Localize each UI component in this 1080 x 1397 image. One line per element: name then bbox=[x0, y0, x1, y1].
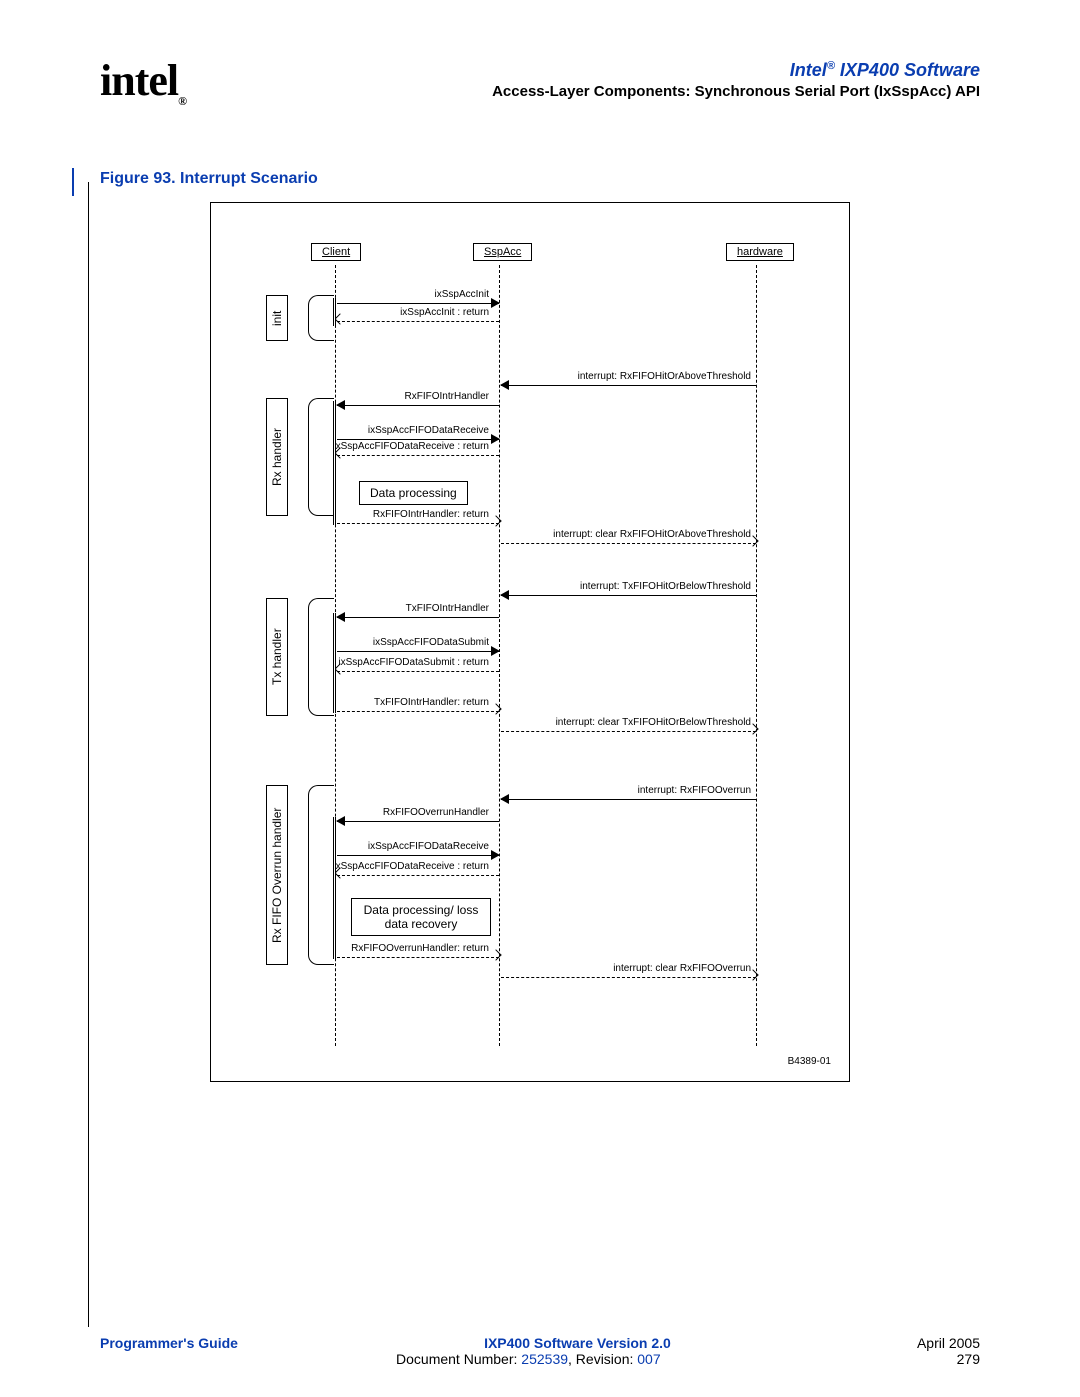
cbar-ov bbox=[333, 817, 336, 959]
product-title: Intel® IXP400 Software bbox=[100, 60, 980, 81]
lbl: RxFIFOIntrHandler: return bbox=[373, 509, 489, 520]
line-hardware bbox=[756, 265, 757, 1046]
prod-prefix: Intel bbox=[790, 60, 827, 80]
note-dp: Data processing bbox=[359, 481, 468, 505]
lbl: RxFIFOOverrunHandler bbox=[383, 807, 489, 818]
intel-logo: intel® bbox=[100, 55, 186, 109]
lbl: ixSspAccFIFODataReceive : return bbox=[333, 861, 489, 872]
lbl: RxFIFOOverrunHandler: return bbox=[351, 943, 489, 954]
lbl: ixSspAccInit bbox=[435, 289, 489, 300]
header: Intel® IXP400 Software Access-Layer Comp… bbox=[100, 60, 980, 100]
hook-rxov bbox=[308, 785, 334, 965]
footer: Programmer's Guide IXP400 Software Versi… bbox=[100, 1335, 980, 1367]
cbar-rx bbox=[333, 401, 336, 525]
lbl: ixSspAccFIFODataSubmit bbox=[373, 637, 489, 648]
lbl: TxFIFOIntrHandler: return bbox=[374, 697, 489, 708]
lifeline-sspacc: SspAcc bbox=[473, 243, 532, 261]
hook-tx bbox=[308, 598, 334, 716]
prod-suffix: IXP400 Software bbox=[835, 60, 980, 80]
figure-id: B4389-01 bbox=[788, 1056, 831, 1067]
footer-docnum: Document Number: 252539, Revision: 007 bbox=[396, 1351, 661, 1367]
note-dprec: Data processing/ loss data recovery bbox=[351, 898, 491, 936]
hook-init bbox=[308, 295, 334, 341]
phase-rxov: Rx FIFO Overrun handler bbox=[266, 785, 288, 965]
logo-text: intel bbox=[100, 56, 178, 105]
lbl: ixSspAccFIFODataReceive bbox=[368, 841, 489, 852]
section-title: Access-Layer Components: Synchronous Ser… bbox=[100, 83, 980, 100]
prod-reg: ® bbox=[827, 60, 835, 72]
lbl: interrupt: RxFIFOOverrun bbox=[638, 785, 751, 796]
phase-rx: Rx handler bbox=[266, 398, 288, 516]
lbl: interrupt: clear RxFIFOOverrun bbox=[613, 963, 751, 974]
lbl: RxFIFOIntrHandler bbox=[405, 391, 489, 402]
lifeline-client: Client bbox=[311, 243, 361, 261]
logo-reg: ® bbox=[178, 94, 186, 108]
footer-version: IXP400 Software Version 2.0 bbox=[484, 1335, 671, 1351]
lbl: interrupt: clear RxFIFOHitOrAboveThresho… bbox=[553, 529, 751, 540]
left-rule bbox=[88, 182, 89, 1327]
cbar-init bbox=[333, 298, 336, 326]
figure-caption: Figure 93. Interrupt Scenario bbox=[100, 170, 980, 188]
cbar-tx bbox=[333, 613, 336, 713]
footer-date: April 2005 bbox=[917, 1335, 980, 1351]
phase-tx: Tx handler bbox=[266, 598, 288, 716]
lifeline-hardware: hardware bbox=[726, 243, 794, 261]
lbl: ixSspAccFIFODataReceive : return bbox=[333, 441, 489, 452]
change-bar bbox=[72, 168, 74, 196]
lbl: ixSspAccFIFODataSubmit : return bbox=[338, 657, 489, 668]
lbl: interrupt: TxFIFOHitOrBelowThreshold bbox=[580, 581, 751, 592]
lbl: interrupt: clear TxFIFOHitOrBelowThresho… bbox=[556, 717, 751, 728]
hook-rx bbox=[308, 398, 334, 516]
lbl: TxFIFOIntrHandler bbox=[406, 603, 489, 614]
phase-init: init bbox=[266, 295, 288, 341]
lbl: ixSspAccFIFODataReceive bbox=[368, 425, 489, 436]
figure-box: Client SspAcc hardware init Rx handler T… bbox=[210, 202, 850, 1082]
footer-guide: Programmer's Guide bbox=[100, 1335, 238, 1351]
lbl: ixSspAccInit : return bbox=[400, 307, 489, 318]
lbl: interrupt: RxFIFOHitOrAboveThreshold bbox=[578, 371, 751, 382]
page: intel® Intel® IXP400 Software Access-Lay… bbox=[100, 60, 980, 1337]
footer-page: 279 bbox=[957, 1351, 980, 1367]
